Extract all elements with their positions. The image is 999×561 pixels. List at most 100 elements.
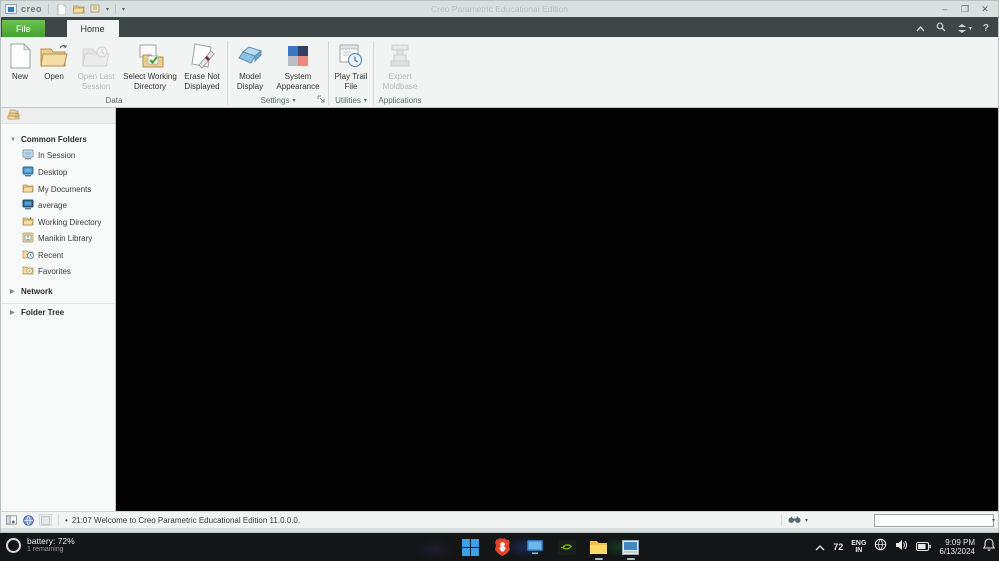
- find-dropdown-icon[interactable]: ▾: [805, 517, 808, 524]
- sidebar-section-folder-tree[interactable]: ▶ Folder Tree: [1, 303, 115, 320]
- statusbar: • 21:07 Welcome to Creo Parametric Educa…: [1, 511, 998, 528]
- qat-item-dropdown-icon[interactable]: ▾: [106, 6, 109, 13]
- search-icon[interactable]: [936, 19, 946, 37]
- system-appearance-icon: [283, 41, 313, 71]
- creo-logo-icon: [5, 4, 17, 14]
- divider: [48, 4, 50, 14]
- window-title: Creo Parametric Educational Edition: [430, 4, 568, 14]
- search-model-input[interactable]: [875, 514, 989, 526]
- ribbon-group-label-utilities[interactable]: Utilities ▾: [331, 93, 371, 107]
- open-file-icon[interactable]: [72, 3, 85, 15]
- dialog-launcher-icon[interactable]: [317, 95, 325, 105]
- search-model-combo[interactable]: ▾: [874, 513, 995, 527]
- minimize-ribbon-icon[interactable]: [916, 19, 925, 37]
- chevron-down-icon: ▾: [363, 97, 367, 104]
- collapse-triangle-icon: ▼: [10, 136, 16, 143]
- erase-not-displayed-icon: [187, 41, 217, 71]
- brave-browser-icon[interactable]: [491, 536, 513, 558]
- new-file-icon[interactable]: [55, 3, 68, 15]
- start-button[interactable]: [459, 536, 481, 558]
- sidebar-item-in-session[interactable]: In Session: [1, 147, 115, 164]
- window-switch-icon[interactable]: ▾: [957, 23, 972, 33]
- clock[interactable]: 9:09 PM 6/13/2024: [939, 538, 975, 556]
- creo-app-icon[interactable]: [619, 536, 641, 560]
- quick-access-toolbar: creo ▾ ▾: [1, 3, 125, 15]
- battery-ring-icon: [6, 537, 21, 553]
- file-explorer-icon[interactable]: [587, 536, 609, 560]
- divider: [115, 4, 117, 14]
- new-icon: [5, 41, 35, 71]
- tab-home[interactable]: Home: [66, 20, 119, 37]
- minimize-icon[interactable]: –: [937, 3, 953, 15]
- notification-bell-icon[interactable]: [982, 538, 996, 556]
- network-globe-icon[interactable]: [874, 538, 887, 556]
- chevron-down-icon: ▾: [968, 25, 972, 32]
- ribbon-group-applications: Expert Moldbase Applications: [376, 39, 424, 107]
- open-button[interactable]: Open: [37, 39, 71, 84]
- customize-qat-dropdown-icon[interactable]: ▾: [122, 6, 125, 13]
- expand-triangle-icon: ▶: [10, 310, 15, 316]
- ribbon-group-settings: Model Display System Appearance Settings…: [230, 39, 326, 107]
- erase-not-displayed-button[interactable]: Erase Not Displayed: [179, 39, 225, 93]
- find-icon[interactable]: [788, 515, 801, 526]
- expand-triangle-icon: ▶: [10, 289, 15, 295]
- web-browser-icon[interactable]: [22, 514, 35, 526]
- combo-dropdown-icon[interactable]: ▾: [989, 517, 998, 524]
- navigator-toolbar: [1, 108, 115, 124]
- favorites-icon: [22, 265, 34, 277]
- system-appearance-button[interactable]: System Appearance: [270, 39, 326, 93]
- tab-file[interactable]: File: [2, 20, 45, 37]
- divider: [58, 514, 59, 526]
- folder-navigator: ▼ Common Folders In Session Desktop My D…: [1, 108, 116, 511]
- nvidia-icon[interactable]: [555, 536, 577, 558]
- model-display-icon: [235, 41, 265, 71]
- sidebar-item-working-directory[interactable]: Working Directory: [1, 214, 115, 230]
- ribbon-group-label-settings[interactable]: Settings ▾: [230, 93, 326, 107]
- battery-percent-label: battery: 72%: [27, 536, 75, 546]
- toggle-navigator-icon[interactable]: [5, 514, 18, 526]
- ribbon-group-label-data: Data: [105, 95, 123, 105]
- disabled-panel-icon: [39, 514, 52, 526]
- select-working-directory-button[interactable]: Select Working Directory: [121, 39, 179, 93]
- windows-taskbar: battery: 72% 1 remaining 72 ENG IN 9:09 …: [0, 533, 999, 561]
- sidebar-section-network[interactable]: ▶ Network: [1, 284, 115, 299]
- window-controls: – ❐ ✕: [937, 3, 998, 15]
- close-icon[interactable]: ✕: [977, 3, 993, 15]
- hidden-icons-chevron-icon[interactable]: [815, 538, 825, 556]
- help-icon[interactable]: ?: [983, 23, 989, 34]
- recent-icon: [22, 249, 34, 261]
- erase-session-icon[interactable]: [89, 3, 102, 15]
- battery-remaining-label: 1 remaining: [27, 546, 64, 553]
- sidebar-section-common-folders[interactable]: ▼ Common Folders: [1, 132, 115, 147]
- sidebar-item-desktop[interactable]: Desktop: [1, 164, 115, 181]
- play-trail-file-button[interactable]: Play Trail File: [331, 39, 371, 93]
- chevron-down-icon: ▾: [292, 97, 296, 104]
- model-display-button[interactable]: Model Display: [230, 39, 270, 93]
- sidebar-item-favorites[interactable]: Favorites: [1, 263, 115, 279]
- language-indicator[interactable]: ENG IN: [851, 540, 866, 555]
- battery-widget[interactable]: battery: 72% 1 remaining: [6, 536, 75, 554]
- sidebar-item-computer-average[interactable]: average: [1, 197, 115, 214]
- battery-tray-icon[interactable]: [916, 538, 932, 556]
- volume-icon[interactable]: [895, 538, 908, 556]
- creo-logo-text: creo: [21, 4, 43, 14]
- open-icon: [39, 41, 69, 71]
- display-settings-icon[interactable]: [523, 536, 545, 558]
- folder-stack-icon[interactable]: [7, 107, 20, 125]
- sidebar-item-recent[interactable]: Recent: [1, 247, 115, 263]
- divider: [780, 514, 782, 526]
- sidebar-item-my-documents[interactable]: My Documents: [1, 181, 115, 197]
- open-last-session-button[interactable]: Open Last Session: [71, 39, 121, 93]
- status-message: 21:07 Welcome to Creo Parametric Educati…: [71, 515, 301, 525]
- new-button[interactable]: New: [3, 39, 37, 84]
- working-directory-icon: [22, 216, 34, 228]
- tray-number[interactable]: 72: [833, 542, 843, 552]
- expert-moldbase-button[interactable]: Expert Moldbase: [376, 39, 424, 93]
- divider: [227, 41, 228, 105]
- restore-icon[interactable]: ❐: [957, 3, 973, 15]
- in-session-icon: [22, 149, 34, 162]
- graphics-area[interactable]: [116, 108, 998, 511]
- ribbon-group-utilities: Play Trail File Utilities ▾: [331, 39, 371, 107]
- sidebar-item-manikin-library[interactable]: Manikin Library: [1, 230, 115, 247]
- ribbon-tabbar: File Home ▾ ?: [1, 17, 998, 37]
